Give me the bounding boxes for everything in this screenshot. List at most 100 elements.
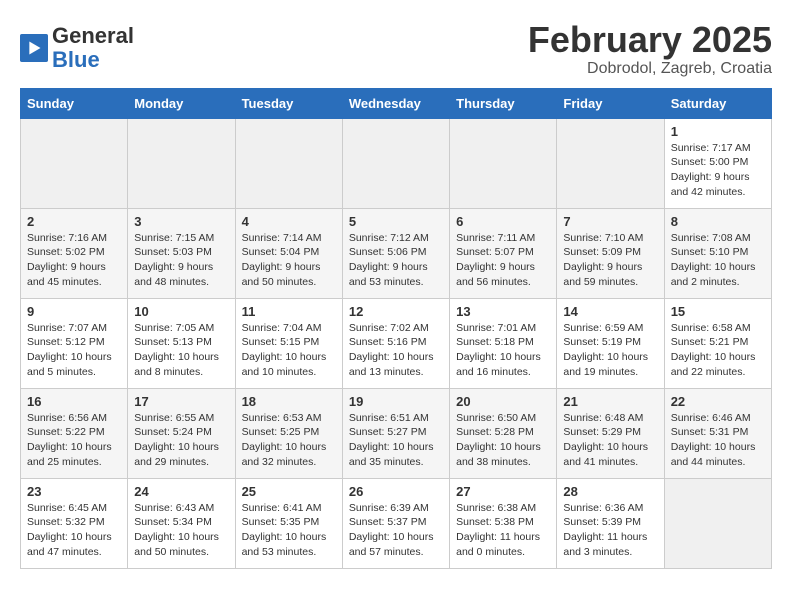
- day-info: Sunrise: 7:14 AM Sunset: 5:04 PM Dayligh…: [242, 231, 336, 290]
- day-number: 12: [349, 304, 443, 319]
- day-info: Sunrise: 7:01 AM Sunset: 5:18 PM Dayligh…: [456, 321, 550, 380]
- day-info: Sunrise: 7:05 AM Sunset: 5:13 PM Dayligh…: [134, 321, 228, 380]
- calendar-cell: 11 Sunrise: 7:04 AM Sunset: 5:15 PM Dayli…: [235, 298, 342, 388]
- calendar-week-row: 1Sunrise: 7:17 AM Sunset: 5:00 PM Daylig…: [21, 118, 772, 208]
- logo: General Blue: [20, 24, 134, 72]
- logo-general: General: [52, 23, 134, 48]
- day-info: Sunrise: 6:51 AM Sunset: 5:27 PM Dayligh…: [349, 411, 443, 470]
- day-info: Sunrise: 7:02 AM Sunset: 5:16 PM Dayligh…: [349, 321, 443, 380]
- day-number: 24: [134, 484, 228, 499]
- day-number: 19: [349, 394, 443, 409]
- calendar-cell: 13 Sunrise: 7:01 AM Sunset: 5:18 PM Dayli…: [450, 298, 557, 388]
- day-number: 28: [563, 484, 657, 499]
- day-info: Sunrise: 6:55 AM Sunset: 5:24 PM Dayligh…: [134, 411, 228, 470]
- day-info: Sunrise: 7:10 AM Sunset: 5:09 PM Dayligh…: [563, 231, 657, 290]
- day-number: 8: [671, 214, 765, 229]
- calendar-cell: 6 Sunrise: 7:11 AM Sunset: 5:07 PM Daylig…: [450, 208, 557, 298]
- day-number: 13: [456, 304, 550, 319]
- day-header-tuesday: Tuesday: [235, 88, 342, 118]
- logo-text: General Blue: [52, 24, 134, 72]
- day-header-saturday: Saturday: [664, 88, 771, 118]
- day-header-sunday: Sunday: [21, 88, 128, 118]
- day-number: 5: [349, 214, 443, 229]
- day-header-wednesday: Wednesday: [342, 88, 449, 118]
- logo-blue: Blue: [52, 47, 100, 72]
- day-number: 4: [242, 214, 336, 229]
- day-info: Sunrise: 7:16 AM Sunset: 5:02 PM Dayligh…: [27, 231, 121, 290]
- calendar-cell: 7 Sunrise: 7:10 AM Sunset: 5:09 PM Daylig…: [557, 208, 664, 298]
- day-number: 27: [456, 484, 550, 499]
- day-header-friday: Friday: [557, 88, 664, 118]
- calendar-cell: 22 Sunrise: 6:46 AM Sunset: 5:31 PM Dayli…: [664, 388, 771, 478]
- day-number: 16: [27, 394, 121, 409]
- day-number: 10: [134, 304, 228, 319]
- calendar-cell: [557, 118, 664, 208]
- day-number: 17: [134, 394, 228, 409]
- calendar-cell: 9 Sunrise: 7:07 AM Sunset: 5:12 PM Daylig…: [21, 298, 128, 388]
- day-info: Sunrise: 6:48 AM Sunset: 5:29 PM Dayligh…: [563, 411, 657, 470]
- day-info: Sunrise: 7:07 AM Sunset: 5:12 PM Dayligh…: [27, 321, 121, 380]
- calendar-cell: 26Sunrise: 6:39 AM Sunset: 5:37 PM Dayli…: [342, 478, 449, 568]
- calendar-cell: [664, 478, 771, 568]
- calendar-cell: [235, 118, 342, 208]
- day-info: Sunrise: 6:43 AM Sunset: 5:34 PM Dayligh…: [134, 501, 228, 560]
- day-info: Sunrise: 6:56 AM Sunset: 5:22 PM Dayligh…: [27, 411, 121, 470]
- day-number: 2: [27, 214, 121, 229]
- calendar-cell: 2 Sunrise: 7:16 AM Sunset: 5:02 PM Daylig…: [21, 208, 128, 298]
- day-number: 6: [456, 214, 550, 229]
- day-header-monday: Monday: [128, 88, 235, 118]
- calendar-cell: 12 Sunrise: 7:02 AM Sunset: 5:16 PM Dayli…: [342, 298, 449, 388]
- day-info: Sunrise: 6:39 AM Sunset: 5:37 PM Dayligh…: [349, 501, 443, 560]
- day-info: Sunrise: 6:53 AM Sunset: 5:25 PM Dayligh…: [242, 411, 336, 470]
- calendar-cell: 21 Sunrise: 6:48 AM Sunset: 5:29 PM Dayli…: [557, 388, 664, 478]
- calendar-cell: 28 Sunrise: 6:36 AM Sunset: 5:39 PM Dayli…: [557, 478, 664, 568]
- calendar-cell: [450, 118, 557, 208]
- calendar-table: SundayMondayTuesdayWednesdayThursdayFrid…: [20, 88, 772, 569]
- month-title: February 2025: [528, 20, 772, 60]
- day-number: 22: [671, 394, 765, 409]
- day-info: Sunrise: 7:11 AM Sunset: 5:07 PM Dayligh…: [456, 231, 550, 290]
- calendar-week-row: 23Sunrise: 6:45 AM Sunset: 5:32 PM Dayli…: [21, 478, 772, 568]
- logo-icon: [20, 34, 48, 62]
- page-header: General Blue February 2025 Dobrodol, Zag…: [20, 20, 772, 78]
- calendar-cell: 15 Sunrise: 6:58 AM Sunset: 5:21 PM Dayli…: [664, 298, 771, 388]
- day-number: 18: [242, 394, 336, 409]
- day-info: Sunrise: 6:41 AM Sunset: 5:35 PM Dayligh…: [242, 501, 336, 560]
- day-info: Sunrise: 6:58 AM Sunset: 5:21 PM Dayligh…: [671, 321, 765, 380]
- day-header-thursday: Thursday: [450, 88, 557, 118]
- day-number: 21: [563, 394, 657, 409]
- day-number: 3: [134, 214, 228, 229]
- calendar-cell: 19 Sunrise: 6:51 AM Sunset: 5:27 PM Dayli…: [342, 388, 449, 478]
- calendar-cell: 17 Sunrise: 6:55 AM Sunset: 5:24 PM Dayli…: [128, 388, 235, 478]
- calendar-cell: 24 Sunrise: 6:43 AM Sunset: 5:34 PM Dayli…: [128, 478, 235, 568]
- location-subtitle: Dobrodol, Zagreb, Croatia: [528, 60, 772, 78]
- day-number: 7: [563, 214, 657, 229]
- calendar-week-row: 2 Sunrise: 7:16 AM Sunset: 5:02 PM Daylig…: [21, 208, 772, 298]
- calendar-cell: [21, 118, 128, 208]
- calendar-cell: 5 Sunrise: 7:12 AM Sunset: 5:06 PM Daylig…: [342, 208, 449, 298]
- calendar-week-row: 16 Sunrise: 6:56 AM Sunset: 5:22 PM Dayli…: [21, 388, 772, 478]
- calendar-cell: 16 Sunrise: 6:56 AM Sunset: 5:22 PM Dayli…: [21, 388, 128, 478]
- day-number: 14: [563, 304, 657, 319]
- calendar-cell: 3Sunrise: 7:15 AM Sunset: 5:03 PM Daylig…: [128, 208, 235, 298]
- day-info: Sunrise: 7:08 AM Sunset: 5:10 PM Dayligh…: [671, 231, 765, 290]
- calendar-cell: 20Sunrise: 6:50 AM Sunset: 5:28 PM Dayli…: [450, 388, 557, 478]
- day-info: Sunrise: 6:59 AM Sunset: 5:19 PM Dayligh…: [563, 321, 657, 380]
- calendar-header-row: SundayMondayTuesdayWednesdayThursdayFrid…: [21, 88, 772, 118]
- day-info: Sunrise: 7:04 AM Sunset: 5:15 PM Dayligh…: [242, 321, 336, 380]
- calendar-cell: 8 Sunrise: 7:08 AM Sunset: 5:10 PM Daylig…: [664, 208, 771, 298]
- day-info: Sunrise: 6:45 AM Sunset: 5:32 PM Dayligh…: [27, 501, 121, 560]
- day-info: Sunrise: 7:17 AM Sunset: 5:00 PM Dayligh…: [671, 141, 765, 200]
- day-number: 9: [27, 304, 121, 319]
- day-number: 15: [671, 304, 765, 319]
- day-info: Sunrise: 6:36 AM Sunset: 5:39 PM Dayligh…: [563, 501, 657, 560]
- day-info: Sunrise: 6:50 AM Sunset: 5:28 PM Dayligh…: [456, 411, 550, 470]
- calendar-cell: 27Sunrise: 6:38 AM Sunset: 5:38 PM Dayli…: [450, 478, 557, 568]
- day-number: 25: [242, 484, 336, 499]
- day-number: 11: [242, 304, 336, 319]
- calendar-week-row: 9 Sunrise: 7:07 AM Sunset: 5:12 PM Daylig…: [21, 298, 772, 388]
- calendar-cell: [128, 118, 235, 208]
- day-info: Sunrise: 6:46 AM Sunset: 5:31 PM Dayligh…: [671, 411, 765, 470]
- day-info: Sunrise: 7:12 AM Sunset: 5:06 PM Dayligh…: [349, 231, 443, 290]
- calendar-cell: 10 Sunrise: 7:05 AM Sunset: 5:13 PM Dayli…: [128, 298, 235, 388]
